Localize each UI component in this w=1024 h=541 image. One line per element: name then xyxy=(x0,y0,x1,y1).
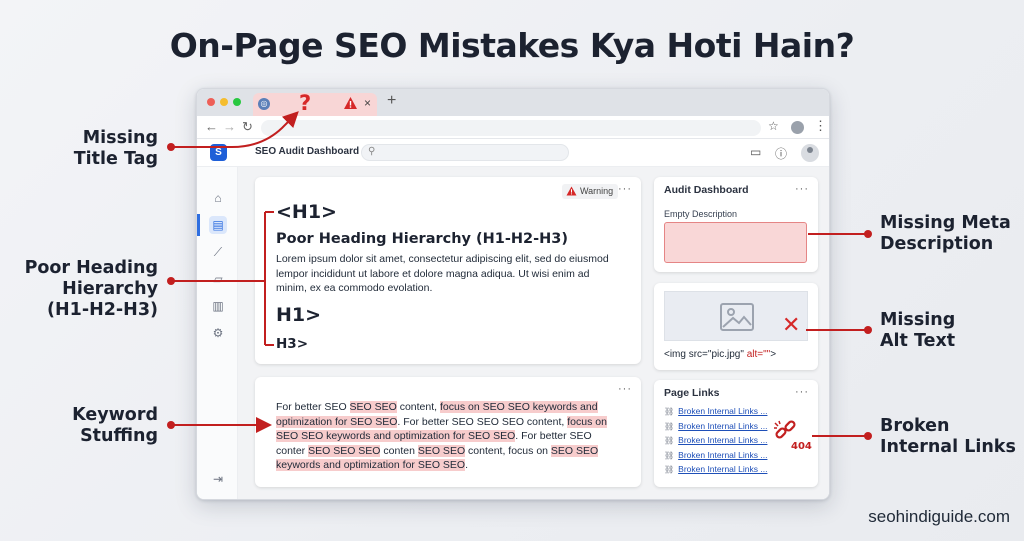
heading-hierarchy-card: Warning ··· <H1> Poor Heading Hierarchy … xyxy=(255,177,641,364)
reload-icon[interactable]: ↻ xyxy=(242,119,253,135)
img-code-snippet: <img src="pic.jpg" alt=""> xyxy=(664,349,776,360)
main-content: Warning ··· <H1> Poor Heading Hierarchy … xyxy=(238,167,829,499)
broken-link-item[interactable]: ⛓ Broken Internal Links ... xyxy=(664,464,767,474)
keyword-text-segment: content, focus on xyxy=(465,444,551,457)
profile-icon[interactable] xyxy=(791,121,804,134)
app-search-input[interactable]: ⚲ xyxy=(361,144,569,161)
heading-h2-text: Poor Heading Hierarchy (H1-H2-H3) xyxy=(276,231,569,247)
address-bar: ← → ↻ ☆ ⋮ xyxy=(197,116,829,139)
url-field[interactable] xyxy=(261,120,761,136)
app-logo[interactable]: S xyxy=(210,144,227,161)
missing-alt-x-icon: ✕ xyxy=(782,313,801,338)
meta-description-field[interactable] xyxy=(664,222,807,263)
home-icon[interactable]: ⌂ xyxy=(209,189,227,207)
browser-window: ◎ ? × + ← → ↻ ☆ ⋮ S SEO Audit Dashboard … xyxy=(196,88,830,500)
search-icon: ⚲ xyxy=(368,146,376,157)
card-menu-icon[interactable]: ··· xyxy=(795,386,809,398)
keyword-text-segment: conten xyxy=(380,444,418,457)
avatar[interactable] xyxy=(801,144,819,162)
new-tab-icon[interactable]: + xyxy=(387,92,396,110)
link-icon: ⛓ xyxy=(664,451,675,460)
building-icon[interactable]: ▥ xyxy=(209,297,227,315)
bookmark-star-icon[interactable]: ☆ xyxy=(768,119,779,133)
maximize-window-dot[interactable] xyxy=(233,98,241,106)
messages-icon[interactable]: ▱ xyxy=(209,270,227,288)
page-links-card: Page Links ··· ⛓ Broken Internal Links ..… xyxy=(654,380,818,487)
settings-gear-icon[interactable]: ⚙ xyxy=(209,324,227,342)
keyword-highlight: SEO SEO SEO xyxy=(308,444,381,457)
keyword-text-segment: For better SEO xyxy=(276,401,350,413)
callout-missing-title-tag: Missing Title Tag xyxy=(73,128,158,169)
callout-missing-meta-description: Missing Meta Description xyxy=(880,213,1011,254)
tab-close-icon[interactable]: × xyxy=(364,96,371,110)
card-menu-icon[interactable]: ··· xyxy=(618,383,632,395)
lorem-paragraph: Lorem ipsum dolor sit amet, consectetur … xyxy=(276,253,609,294)
link-icon: ⛓ xyxy=(664,436,675,445)
callout-broken-internal-links: Broken Internal Links xyxy=(880,416,1016,457)
browser-menu-icon[interactable]: ⋮ xyxy=(814,118,827,134)
sidebar-active-indicator xyxy=(197,214,200,236)
help-icon[interactable]: ⓘ xyxy=(775,145,787,162)
link-icon: ⛓ xyxy=(664,407,675,416)
img-code-prefix: <img src="pic.jpg" xyxy=(664,349,747,360)
tab-question-mark: ? xyxy=(299,91,312,115)
broken-link-item[interactable]: ⛓ Broken Internal Links ... xyxy=(664,435,767,445)
broken-link-item[interactable]: ⛓ Broken Internal Links ... xyxy=(664,406,767,416)
keyword-stuffed-paragraph: For better SEO SEO SEO content, focus on… xyxy=(276,400,621,473)
keyword-highlight: SEO SEO xyxy=(349,401,397,413)
warning-label: Warning xyxy=(580,186,614,196)
analytics-icon[interactable]: ⟋ xyxy=(209,243,227,261)
browser-tab-missing-title[interactable]: ◎ ? × xyxy=(253,91,377,116)
page-headline: On-Page SEO Mistakes Kya Hoti Hain? xyxy=(169,26,855,65)
broken-link-label: Broken Internal Links ... xyxy=(678,450,768,460)
callout-missing-alt-text: Missing Alt Text xyxy=(880,310,956,351)
page-links-title: Page Links xyxy=(664,387,720,399)
empty-description-label: Empty Description xyxy=(664,209,738,219)
warning-badge[interactable]: Warning xyxy=(562,184,618,199)
brand-watermark: seohindiguide.com xyxy=(868,507,1010,526)
warning-icon xyxy=(344,97,357,109)
back-arrow-icon[interactable]: ← xyxy=(205,119,218,134)
heading-h1-top: <H1> xyxy=(276,201,337,223)
broken-link-item[interactable]: ⛓ Broken Internal Links ... xyxy=(664,421,767,431)
forward-arrow-icon[interactable]: → xyxy=(223,119,236,134)
keyword-text-segment: content, xyxy=(396,401,440,413)
keyword-text-segment: . For better SEO SEO SEO content, xyxy=(397,415,568,428)
warning-icon xyxy=(566,186,577,196)
globe-icon: ◎ xyxy=(258,98,270,110)
heading-h3: H3> xyxy=(276,336,309,352)
app-header: S SEO Audit Dashboard ⚲ ▭ ⓘ xyxy=(197,139,829,167)
card-menu-icon[interactable]: ··· xyxy=(618,183,632,195)
broken-link-label: Broken Internal Links ... xyxy=(678,421,768,431)
callout-keyword-stuffing: Keyword Stuffing xyxy=(72,405,158,446)
minimize-window-dot[interactable] xyxy=(220,98,228,106)
audit-dashboard-title: Audit Dashboard xyxy=(664,184,749,196)
image-icon xyxy=(720,303,754,331)
link-icon: ⛓ xyxy=(664,465,675,474)
app-sidebar: ⌂ ▤ ⟋ ▱ ▥ ⚙ ⇥ xyxy=(197,167,238,499)
heading-h1-mid: H1> xyxy=(276,304,322,326)
broken-link-label: Broken Internal Links ... xyxy=(678,464,768,474)
app-title: SEO Audit Dashboard xyxy=(255,146,360,157)
broken-link-label: Broken Internal Links ... xyxy=(678,406,768,416)
card-menu-icon[interactable]: ··· xyxy=(795,183,809,195)
audit-dashboard-card: Audit Dashboard ··· Empty Description xyxy=(654,177,818,272)
logout-icon[interactable]: ⇥ xyxy=(209,470,227,488)
keyword-text-segment: . xyxy=(465,459,469,471)
error-404-label: 404 xyxy=(791,441,812,452)
img-code-suffix: > xyxy=(770,349,777,360)
keyword-stuffing-card: ··· For better SEO SEO SEO content, focu… xyxy=(255,377,641,487)
close-window-dot[interactable] xyxy=(207,98,215,106)
keyword-highlight: SEO SEO xyxy=(417,444,466,457)
callout-poor-heading-hierarchy: Poor Heading Hierarchy (H1-H2-H3) xyxy=(24,258,158,320)
broken-link-item[interactable]: ⛓ Broken Internal Links ... xyxy=(664,450,767,460)
img-code-alt: alt="" xyxy=(746,349,771,360)
document-icon[interactable]: ▤ xyxy=(209,216,227,234)
chat-icon[interactable]: ▭ xyxy=(750,145,761,159)
browser-tab-bar: ◎ ? × + xyxy=(197,89,829,116)
image-alt-card: ✕ <img src="pic.jpg" alt=""> xyxy=(654,283,818,370)
link-icon: ⛓ xyxy=(664,422,675,431)
broken-link-label: Broken Internal Links ... xyxy=(678,435,768,445)
